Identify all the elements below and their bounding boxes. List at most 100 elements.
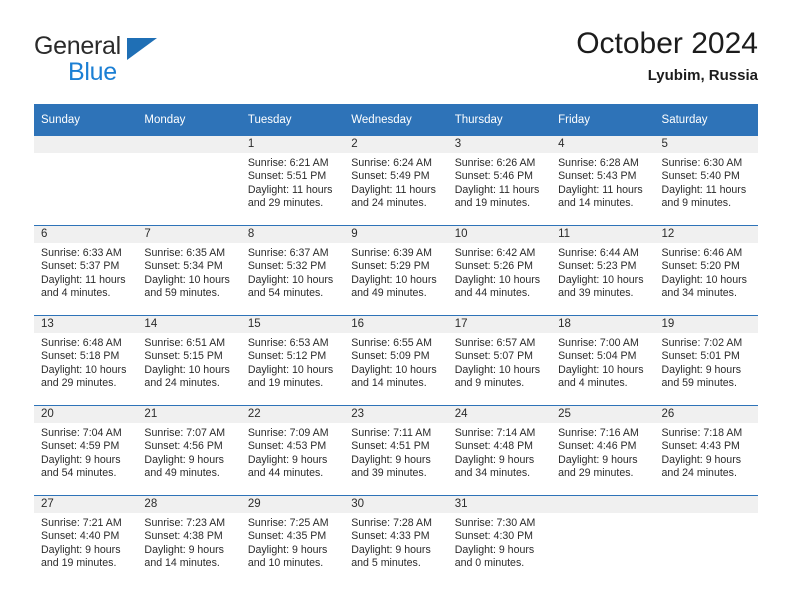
calendar-day-cell[interactable]: 21 Sunrise: 7:07 AM Sunset: 4:56 PM Dayligh…	[137, 405, 241, 496]
daylight-text-line2: and 24 minutes.	[661, 467, 737, 480]
calendar-day-cell[interactable]: 9 Sunrise: 6:39 AM Sunset: 5:29 PM Daylight…	[344, 225, 448, 316]
calendar-day-cell[interactable]: 5 Sunrise: 6:30 AM Sunset: 5:40 PM Daylight…	[654, 136, 758, 226]
calendar-day-cell[interactable]: 31 Sunrise: 7:30 AM Sunset: 4:30 PM Dayligh…	[447, 495, 552, 585]
day-details: Sunrise: 6:26 AM Sunset: 5:46 PM Daylight:…	[448, 153, 551, 211]
calendar-day-cell[interactable]: 7 Sunrise: 6:35 AM Sunset: 5:34 PM Daylight…	[137, 225, 241, 316]
day-number: 2	[344, 136, 448, 153]
daylight-text-line1: Daylight: 10 hours	[144, 363, 230, 376]
sunset-text: Sunset: 4:56 PM	[144, 440, 223, 453]
day-cell-content: 29 Sunrise: 7:25 AM Sunset: 4:35 PM Dayligh…	[240, 496, 345, 585]
day-number	[34, 136, 138, 153]
calendar-day-cell[interactable]	[654, 495, 758, 585]
day-cell-content	[137, 136, 241, 225]
calendar-day-cell[interactable]: 1 Sunrise: 6:21 AM Sunset: 5:51 PM Daylight…	[240, 136, 345, 226]
calendar-day-cell[interactable]: 8 Sunrise: 6:37 AM Sunset: 5:32 PM Daylight…	[240, 225, 345, 316]
day-number: 10	[447, 226, 552, 243]
calendar-day-cell[interactable]: 29 Sunrise: 7:25 AM Sunset: 4:35 PM Dayligh…	[240, 495, 345, 585]
day-number: 12	[654, 226, 758, 243]
day-details: Sunrise: 7:18 AM Sunset: 4:43 PM Daylight:…	[655, 423, 758, 481]
daylight-text-line2: and 54 minutes.	[247, 287, 324, 300]
calendar-day-cell[interactable]: 22 Sunrise: 7:09 AM Sunset: 4:53 PM Dayligh…	[240, 405, 345, 496]
day-number: 18	[551, 316, 655, 333]
daylight-text-line1: Daylight: 9 hours	[144, 543, 224, 556]
calendar-day-cell[interactable]: 19 Sunrise: 7:02 AM Sunset: 5:01 PM Dayligh…	[654, 315, 758, 406]
day-number	[654, 496, 758, 513]
daylight-text-line1: Daylight: 10 hours	[247, 273, 334, 286]
day-number: 25	[551, 406, 655, 423]
day-number: 28	[137, 496, 241, 513]
day-details: Sunrise: 7:04 AM Sunset: 4:59 PM Daylight:…	[34, 423, 137, 481]
daylight-text-line2: and 5 minutes.	[351, 557, 421, 570]
calendar-day-cell[interactable]	[551, 495, 655, 585]
day-cell-content: 15 Sunrise: 6:53 AM Sunset: 5:12 PM Dayligh…	[240, 316, 345, 405]
calendar-day-cell[interactable]: 23 Sunrise: 7:11 AM Sunset: 4:51 PM Dayligh…	[344, 405, 448, 496]
day-cell-content: 26 Sunrise: 7:18 AM Sunset: 4:43 PM Dayligh…	[654, 406, 758, 495]
sunrise-text: Sunrise: 7:09 AM	[247, 427, 329, 439]
daylight-text-line2: and 29 minutes.	[247, 197, 324, 210]
weekday-header-sunday: Sunday	[34, 104, 138, 136]
calendar-day-cell[interactable]: 11 Sunrise: 6:44 AM Sunset: 5:23 PM Dayligh…	[551, 225, 655, 316]
sunrise-text: Sunrise: 6:42 AM	[454, 247, 536, 259]
sunset-text: Sunset: 5:09 PM	[351, 350, 430, 363]
daylight-text-line2: and 29 minutes.	[41, 377, 117, 390]
day-cell-content: 19 Sunrise: 7:02 AM Sunset: 5:01 PM Dayligh…	[654, 316, 758, 405]
day-number: 15	[240, 316, 345, 333]
calendar-day-cell[interactable]: 25 Sunrise: 7:16 AM Sunset: 4:46 PM Dayligh…	[551, 405, 655, 496]
daylight-text-line1: Daylight: 11 hours	[661, 183, 747, 196]
sunset-text: Sunset: 4:48 PM	[454, 440, 534, 453]
daylight-text-line2: and 34 minutes.	[661, 287, 737, 300]
calendar-day-cell[interactable]: 12 Sunrise: 6:46 AM Sunset: 5:20 PM Dayligh…	[654, 225, 758, 316]
calendar-day-cell[interactable]: 13 Sunrise: 6:48 AM Sunset: 5:18 PM Dayligh…	[34, 315, 138, 406]
day-cell-content	[551, 496, 655, 585]
day-details: Sunrise: 7:02 AM Sunset: 5:01 PM Daylight:…	[655, 333, 758, 391]
calendar-day-cell[interactable]: 16 Sunrise: 6:55 AM Sunset: 5:09 PM Dayligh…	[344, 315, 448, 406]
day-number: 16	[344, 316, 448, 333]
day-details	[34, 153, 137, 157]
calendar-day-cell[interactable]: 14 Sunrise: 6:51 AM Sunset: 5:15 PM Dayligh…	[137, 315, 241, 406]
calendar-day-cell[interactable]: 17 Sunrise: 6:57 AM Sunset: 5:07 PM Dayligh…	[447, 315, 552, 406]
calendar-day-cell[interactable]	[137, 136, 241, 226]
day-details: Sunrise: 7:16 AM Sunset: 4:46 PM Daylight:…	[551, 423, 654, 481]
day-cell-content: 18 Sunrise: 7:00 AM Sunset: 5:04 PM Dayligh…	[551, 316, 655, 405]
day-number: 9	[344, 226, 448, 243]
day-number: 23	[344, 406, 448, 423]
calendar-day-cell[interactable]: 28 Sunrise: 7:23 AM Sunset: 4:38 PM Dayligh…	[137, 495, 241, 585]
sunrise-text: Sunrise: 6:33 AM	[41, 247, 122, 259]
calendar-day-cell[interactable]: 18 Sunrise: 7:00 AM Sunset: 5:04 PM Dayligh…	[551, 315, 655, 406]
daylight-text-line2: and 24 minutes.	[351, 197, 427, 210]
weekday-header-wednesday: Wednesday	[344, 104, 448, 136]
calendar-day-cell[interactable]: 27 Sunrise: 7:21 AM Sunset: 4:40 PM Dayligh…	[34, 495, 138, 585]
general-blue-logo[interactable]: General Blue	[34, 32, 274, 88]
calendar-day-cell[interactable]	[34, 136, 138, 226]
day-cell-content	[654, 496, 758, 585]
sunrise-text: Sunrise: 7:14 AM	[454, 427, 536, 439]
day-number: 11	[551, 226, 655, 243]
page-title: October 2024	[576, 27, 758, 60]
day-number: 22	[240, 406, 345, 423]
day-cell-content: 7 Sunrise: 6:35 AM Sunset: 5:34 PM Daylight…	[137, 226, 241, 315]
daylight-text-line1: Daylight: 9 hours	[247, 453, 328, 466]
calendar-day-cell[interactable]: 6 Sunrise: 6:33 AM Sunset: 5:37 PM Daylight…	[34, 225, 138, 316]
calendar-day-cell[interactable]: 3 Sunrise: 6:26 AM Sunset: 5:46 PM Daylight…	[447, 136, 552, 226]
sunset-text: Sunset: 5:15 PM	[144, 350, 223, 363]
day-number: 7	[137, 226, 241, 243]
day-details: Sunrise: 6:21 AM Sunset: 5:51 PM Daylight:…	[241, 153, 344, 211]
calendar-day-cell[interactable]: 2 Sunrise: 6:24 AM Sunset: 5:49 PM Daylight…	[344, 136, 448, 226]
calendar-week-row: 20 Sunrise: 7:04 AM Sunset: 4:59 PM Dayligh…	[34, 405, 758, 496]
calendar-day-cell[interactable]: 15 Sunrise: 6:53 AM Sunset: 5:12 PM Dayligh…	[240, 315, 345, 406]
sunset-text: Sunset: 4:40 PM	[41, 530, 120, 543]
day-details: Sunrise: 6:53 AM Sunset: 5:12 PM Daylight:…	[241, 333, 344, 391]
daylight-text-line1: Daylight: 11 hours	[41, 273, 126, 286]
calendar-day-cell[interactable]: 30 Sunrise: 7:28 AM Sunset: 4:33 PM Dayligh…	[344, 495, 448, 585]
calendar-day-cell[interactable]: 4 Sunrise: 6:28 AM Sunset: 5:43 PM Daylight…	[551, 136, 655, 226]
calendar-day-cell[interactable]: 20 Sunrise: 7:04 AM Sunset: 4:59 PM Dayligh…	[34, 405, 138, 496]
calendar-day-cell[interactable]: 26 Sunrise: 7:18 AM Sunset: 4:43 PM Dayligh…	[654, 405, 758, 496]
day-number: 1	[240, 136, 345, 153]
day-number: 19	[654, 316, 758, 333]
calendar-day-cell[interactable]: 10 Sunrise: 6:42 AM Sunset: 5:26 PM Dayligh…	[447, 225, 552, 316]
day-cell-content: 10 Sunrise: 6:42 AM Sunset: 5:26 PM Dayligh…	[447, 226, 552, 315]
day-number: 17	[447, 316, 552, 333]
sunset-text: Sunset: 5:34 PM	[144, 260, 223, 273]
daylight-text-line1: Daylight: 10 hours	[454, 363, 541, 376]
calendar-day-cell[interactable]: 24 Sunrise: 7:14 AM Sunset: 4:48 PM Dayligh…	[447, 405, 552, 496]
